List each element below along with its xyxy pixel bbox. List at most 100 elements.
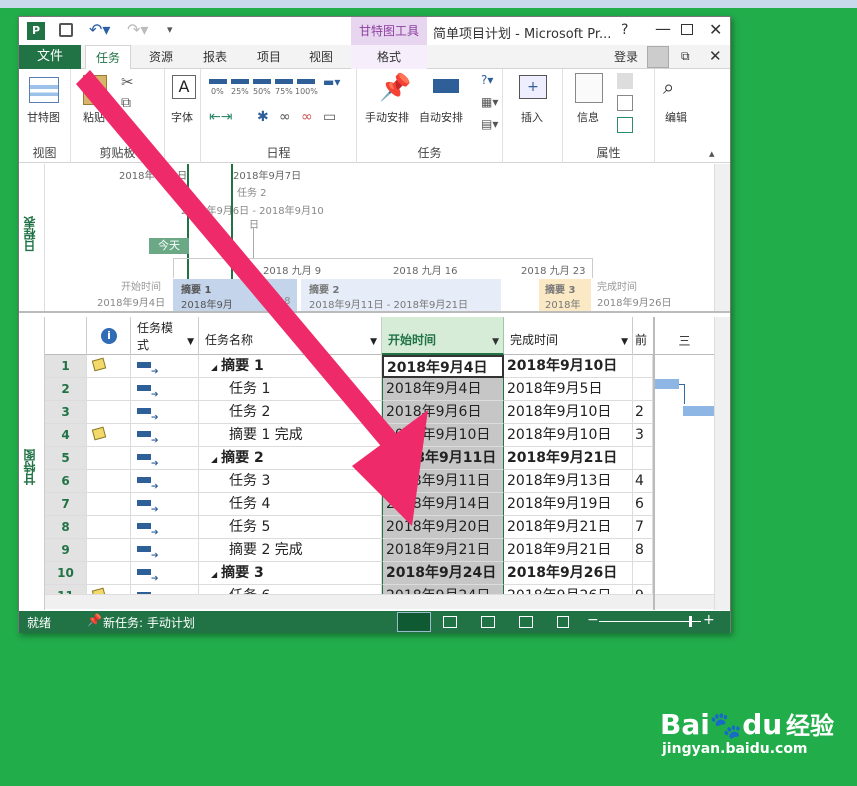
task-mode-cell[interactable]: ➔: [131, 562, 199, 585]
task-mode-cell[interactable]: ➔: [131, 539, 199, 562]
predecessor-cell[interactable]: 3: [633, 424, 653, 447]
pct-25-icon[interactable]: [231, 79, 249, 84]
predecessor-cell[interactable]: [633, 562, 653, 585]
indicator-cell[interactable]: [87, 562, 131, 585]
task-name-cell[interactable]: ◢ 摘要 1: [199, 355, 382, 378]
predecessor-cell[interactable]: 4: [633, 470, 653, 493]
copy-icon[interactable]: ⧉: [121, 95, 131, 111]
task-usage-shortcut-icon[interactable]: [443, 616, 457, 628]
table-row[interactable]: 8 ➔ 任务 5 2018年9月20日 2018年9月21日 7: [45, 516, 653, 539]
finish-header[interactable]: 完成时间 ▼: [504, 317, 633, 355]
table-row[interactable]: 2 ➔ 任务 1 2018年9月4日 2018年9月5日: [45, 378, 653, 401]
team-planner-shortcut-icon[interactable]: [481, 616, 495, 628]
task-name-cell[interactable]: 摘要 2 完成: [199, 539, 382, 562]
task-mode-cell[interactable]: ➔: [131, 355, 199, 378]
row-number[interactable]: 9: [45, 539, 87, 562]
tab-resource[interactable]: 资源: [137, 45, 185, 69]
task-name-header[interactable]: 任务名称 ▼: [199, 317, 382, 355]
predecessor-cell[interactable]: [633, 355, 653, 378]
restore-ribbon-icon[interactable]: ⧉: [681, 49, 690, 64]
gantt-bar-task1[interactable]: [655, 379, 679, 389]
start-header[interactable]: 开始时间 ▼: [382, 317, 504, 355]
finish-cell[interactable]: 2018年9月21日: [504, 516, 633, 539]
format-painter-icon[interactable]: ✎: [121, 117, 132, 132]
info-column-header[interactable]: i: [87, 317, 131, 355]
predecessor-header[interactable]: 前: [633, 317, 653, 355]
pct-100-icon[interactable]: [297, 79, 315, 84]
font-icon[interactable]: A: [172, 75, 196, 99]
mode-icon[interactable]: ▤▾: [481, 117, 498, 131]
gantt-hscroll[interactable]: [655, 594, 714, 609]
table-row[interactable]: 10 ➔ ◢ 摘要 3 2018年9月24日 2018年9月26日: [45, 562, 653, 585]
task-name-cell[interactable]: 任务 2: [199, 401, 382, 424]
move-icon[interactable]: ▦▾: [481, 95, 498, 109]
pct-75-icon[interactable]: [275, 79, 293, 84]
collapse-triangle-icon[interactable]: ◢: [211, 363, 217, 372]
indicator-cell[interactable]: [87, 355, 131, 378]
start-cell[interactable]: 2018年9月10日: [382, 424, 504, 447]
table-row[interactable]: 1 ➔ ◢ 摘要 1 2018年9月4日 2018年9月10日: [45, 355, 653, 378]
avatar[interactable]: [647, 46, 669, 68]
gantt-chart-icon[interactable]: [29, 77, 59, 103]
info-button-label[interactable]: 信息: [577, 109, 599, 125]
predecessor-cell[interactable]: [633, 378, 653, 401]
task-name-cell[interactable]: 任务 5: [199, 516, 382, 539]
task-mode-cell[interactable]: ➔: [131, 401, 199, 424]
finish-cell[interactable]: 2018年9月5日: [504, 378, 633, 401]
task-name-cell[interactable]: 任务 4: [199, 493, 382, 516]
gantt-bar-task2[interactable]: [683, 406, 714, 416]
pushpin-icon[interactable]: 📌: [379, 73, 411, 103]
finish-dropdown-icon[interactable]: ▼: [621, 337, 628, 347]
tab-format[interactable]: 格式: [351, 45, 427, 69]
task-name-cell[interactable]: 摘要 1 完成: [199, 424, 382, 447]
row-number[interactable]: 10: [45, 562, 87, 585]
manual-schedule-label[interactable]: 手动安排: [365, 109, 409, 125]
font-button-label[interactable]: 字体: [171, 109, 193, 125]
paste-button-label[interactable]: 粘贴: [83, 109, 105, 125]
task-mode-cell[interactable]: ➔: [131, 447, 199, 470]
respect-links-icon[interactable]: ▭: [323, 109, 336, 125]
binoculars-icon[interactable]: ⌕: [663, 75, 674, 99]
redo-icon[interactable]: ↷▾: [127, 20, 148, 39]
start-cell[interactable]: 2018年9月14日: [382, 493, 504, 516]
minimize-button[interactable]: —: [655, 19, 671, 38]
finish-cell[interactable]: 2018年9月26日: [504, 562, 633, 585]
auto-schedule-icon[interactable]: [433, 79, 459, 93]
pct-50-icon[interactable]: [253, 79, 271, 84]
note-icon[interactable]: [91, 357, 107, 372]
auto-schedule-label[interactable]: 自动安排: [419, 109, 463, 125]
details-icon[interactable]: [617, 95, 633, 111]
note-icon[interactable]: [91, 426, 107, 441]
finish-cell[interactable]: 2018年9月19日: [504, 493, 633, 516]
insert-button-label[interactable]: 插入: [521, 109, 543, 125]
row-number[interactable]: 5: [45, 447, 87, 470]
tab-view[interactable]: 视图: [297, 45, 345, 69]
link-tasks-icon[interactable]: ∞: [279, 109, 291, 125]
start-cell[interactable]: 2018年9月11日: [382, 447, 504, 470]
row-number[interactable]: 3: [45, 401, 87, 424]
zoom-slider[interactable]: [599, 621, 701, 622]
indicator-cell[interactable]: [87, 424, 131, 447]
predecessor-cell[interactable]: [633, 447, 653, 470]
task-name-dropdown-icon[interactable]: ▼: [370, 337, 377, 347]
login-link[interactable]: 登录: [611, 45, 641, 69]
mark-on-track-icon[interactable]: ▬▾: [323, 75, 340, 89]
resource-sheet-shortcut-icon[interactable]: [519, 616, 533, 628]
table-row[interactable]: 5 ➔ ◢ 摘要 2 2018年9月11日 2018年9月21日: [45, 447, 653, 470]
task-mode-cell[interactable]: ➔: [131, 424, 199, 447]
collapse-triangle-icon[interactable]: ◢: [211, 455, 217, 464]
row-number[interactable]: 1: [45, 355, 87, 378]
close-doc-button[interactable]: ✕: [709, 47, 722, 65]
start-cell[interactable]: 2018年9月20日: [382, 516, 504, 539]
predecessor-cell[interactable]: 2: [633, 401, 653, 424]
report-shortcut-icon[interactable]: [557, 616, 569, 628]
row-number[interactable]: 2: [45, 378, 87, 401]
row-number[interactable]: 4: [45, 424, 87, 447]
predecessor-cell[interactable]: 7: [633, 516, 653, 539]
collapse-ribbon-icon[interactable]: ▴: [709, 147, 715, 160]
gantt-button-label[interactable]: 甘特图: [27, 109, 60, 125]
close-button[interactable]: ✕: [709, 20, 722, 39]
indicator-cell[interactable]: [87, 539, 131, 562]
task-mode-header[interactable]: 任务模 式 ▼: [131, 317, 199, 355]
notes-icon[interactable]: [617, 73, 633, 89]
